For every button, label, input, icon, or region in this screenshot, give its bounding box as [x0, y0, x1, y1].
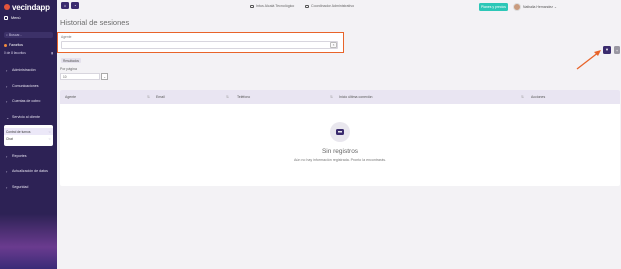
user-menu[interactable]: Nathalia Hernandez ⌄	[523, 5, 557, 9]
user-name: Nathalia Hernandez	[523, 5, 553, 9]
clear-filter-button[interactable]: ×	[330, 42, 337, 48]
logo[interactable]: vecindapp	[0, 0, 57, 14]
favorites-count: 0 de 8 favoritos ▮	[4, 51, 53, 55]
search-placeholder: Buscar...	[8, 33, 23, 37]
agent-filter: Agente ×	[57, 32, 344, 53]
page-title: Historial de sesiones	[60, 18, 130, 27]
logo-text: vecindapp	[12, 2, 50, 12]
chevron-down-icon[interactable]: ⌄	[101, 73, 108, 80]
menu-label: Menú	[11, 16, 21, 20]
pin-icon[interactable]: ☆	[48, 137, 51, 141]
sidebar-item-actualizacion-de-datos[interactable]: › Actualización de datos	[0, 167, 57, 175]
column-header-email[interactable]: Email	[156, 95, 165, 99]
per-page-label: Por página	[60, 67, 77, 71]
star-icon	[4, 43, 7, 47]
search-icon: ⌕	[6, 33, 8, 37]
sidebar-bottom-gradient	[0, 214, 57, 269]
favorites-count-text: 0 de 8 favoritos	[4, 51, 26, 55]
submenu-item-control-de-turnos[interactable]: Control de turnos ☆	[4, 128, 53, 135]
plans-button[interactable]: Planes y precios	[479, 3, 508, 11]
submenu-item-label: Control de turnos	[6, 129, 31, 134]
trash-icon[interactable]: ▮	[51, 51, 53, 55]
submenu-servicio-al-cliente: Control de turnos ☆ Chat ☆	[4, 125, 53, 146]
more-options-button[interactable]: +	[614, 46, 620, 54]
community-link[interactable]: Intus Alcalá Tecnológico	[250, 4, 294, 8]
user-icon	[305, 4, 309, 8]
sort-icon[interactable]: ⇅	[147, 95, 150, 99]
sidebar-item-label: Seguridad	[12, 185, 29, 189]
plus-icon: +	[615, 47, 619, 53]
favorites-link[interactable]: Favoritos	[4, 43, 23, 47]
sidebar-item-label: Servicio al cliente	[12, 115, 40, 119]
filter-button[interactable]: ▾	[603, 46, 611, 54]
chevron-down-icon: ⌄	[553, 5, 557, 9]
sidebar-item-servicio-al-cliente[interactable]: ⌄ Servicio al cliente	[0, 113, 57, 121]
per-page-select[interactable]: 10	[60, 73, 100, 80]
sidebar-item-label: Cuentas de cobro	[12, 99, 41, 103]
sidebar-item-label: Comunicaciones	[12, 84, 39, 88]
column-header-telefono[interactable]: Teléfono	[237, 95, 250, 99]
sidebar-item-label: Administración	[12, 68, 36, 72]
role-link[interactable]: Coordinador Administrativo	[305, 4, 354, 8]
agent-filter-label: Agente	[61, 35, 72, 39]
empty-state-message: Aún no hay información registrada. Pront…	[293, 158, 387, 162]
results-badge: Resultados	[61, 58, 81, 63]
notifications-button[interactable]: ◔	[71, 2, 79, 9]
sidebar-item-administracion[interactable]: › Administración	[0, 66, 57, 74]
column-header-inicio-ultima-conexion[interactable]: Inicio última conexión	[339, 95, 372, 99]
submenu-item-label: Chat	[6, 136, 13, 141]
menu-toggle[interactable]: Menú	[4, 16, 21, 20]
sidebar-item-reportes[interactable]: › Reportes	[0, 152, 57, 160]
avatar[interactable]	[513, 3, 521, 11]
column-header-agente[interactable]: Agente	[65, 95, 76, 99]
inbox-icon	[336, 129, 344, 135]
role-name: Coordinador Administrativo	[311, 4, 355, 8]
annotation-arrow	[576, 50, 601, 70]
sidebar-item-label: Reportes	[12, 154, 27, 158]
favorites-label: Favoritos	[9, 43, 23, 47]
sidebar: vecindapp Menú ⌕ Buscar... Favoritos 0 d…	[0, 0, 57, 269]
pin-icon[interactable]: ☆	[48, 130, 51, 134]
submenu-item-chat[interactable]: Chat ☆	[4, 135, 53, 142]
sidebar-item-label: Actualización de datos	[12, 169, 48, 173]
agent-select[interactable]	[61, 41, 338, 49]
sort-icon[interactable]: ⇅	[330, 95, 333, 99]
sidebar-item-seguridad[interactable]: › Seguridad	[0, 183, 57, 191]
sessions-table: Agente ⇅ Email ⇅ Teléfono ⇅ Inicio últim…	[60, 90, 620, 186]
community-name: Intus Alcalá Tecnológico	[256, 4, 295, 8]
sidebar-item-comunicaciones[interactable]: › Comunicaciones	[0, 82, 57, 90]
logo-mark-icon	[4, 4, 10, 10]
results-badge-label: Resultados	[63, 58, 79, 63]
eye-icon	[250, 4, 254, 8]
sort-icon[interactable]: ⇅	[226, 95, 229, 99]
sort-icon[interactable]: ⇅	[521, 95, 524, 99]
column-header-acciones: Acciones	[531, 95, 546, 99]
table-header: Agente ⇅ Email ⇅ Teléfono ⇅ Inicio últim…	[60, 90, 620, 104]
empty-state-title: Sin registros	[321, 148, 359, 155]
home-button[interactable]: ⌂	[61, 2, 69, 9]
empty-state-icon	[330, 122, 350, 142]
filter-icon: ▾	[605, 47, 609, 52]
sidebar-search-input[interactable]: ⌕ Buscar...	[4, 32, 53, 38]
menu-icon	[4, 16, 8, 20]
sidebar-item-cuentas-de-cobro[interactable]: › Cuentas de cobro	[0, 97, 57, 105]
